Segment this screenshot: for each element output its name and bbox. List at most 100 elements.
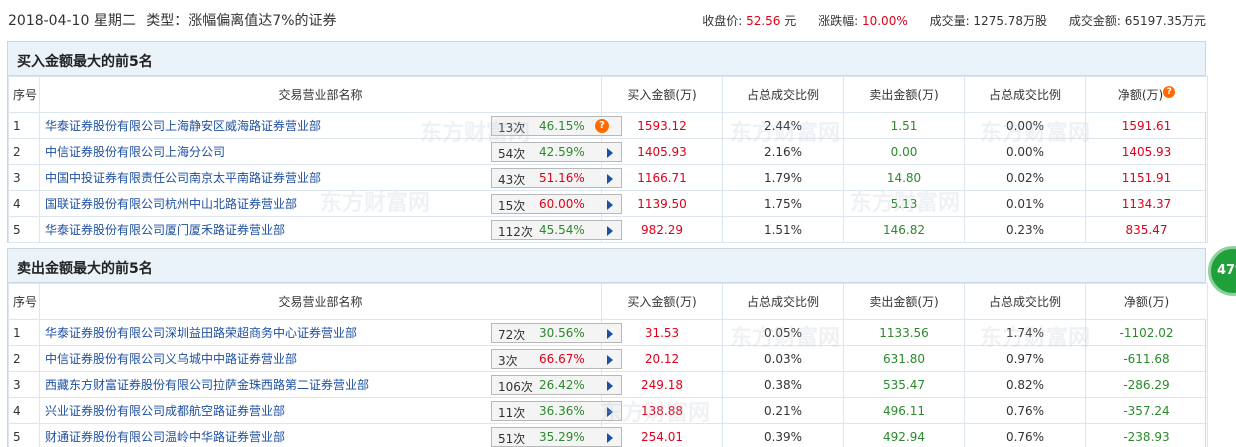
broker-stats-button[interactable]: 51次 35.29% — [491, 427, 622, 447]
buy-ratio: 2.44% — [722, 112, 844, 139]
broker-name-link[interactable]: 华泰证券股份有限公司上海静安区威海路证券营业部 — [45, 119, 321, 133]
broker-cell: 兴业证券股份有限公司成都航空路证券营业部 11次 36.36% — [39, 397, 622, 424]
appear-count: 11次 — [498, 406, 526, 420]
col-idx: 序号 — [8, 76, 40, 113]
win-rate: 42.59% — [539, 145, 585, 159]
col-buy-ratio[interactable]: 占总成交比例 — [722, 283, 844, 320]
net-amount: 1151.91 — [1085, 164, 1208, 191]
broker-name-link[interactable]: 华泰证券股份有限公司深圳益田路荣超商务中心证券营业部 — [45, 326, 357, 340]
broker-cell: 华泰证券股份有限公司上海静安区威海路证券营业部 13次 46.15%? — [39, 112, 622, 139]
sell-amount: 0.00 — [843, 138, 965, 165]
net-amount: -238.93 — [1085, 423, 1208, 447]
float-progress-button[interactable]: 47% — [1208, 246, 1236, 296]
broker-stats-button[interactable]: 13次 46.15%? — [491, 116, 622, 136]
row-index: 5 — [8, 216, 40, 243]
buy-panel: 买入金额最大的前5名 序号 交易营业部名称 买入金额(万) 占总成交比例 卖出金… — [7, 41, 1208, 243]
arrow-right-icon[interactable] — [607, 200, 613, 210]
sell-table-body: 1 华泰证券股份有限公司深圳益田路荣超商务中心证券营业部 72次 30.56% 31.5… — [8, 319, 1208, 447]
broker-name-link[interactable]: 中国中投证券有限责任公司南京太平南路证券营业部 — [45, 171, 321, 185]
col-net[interactable]: 净额(万)? — [1085, 76, 1208, 113]
net-amount: 1591.61 — [1085, 112, 1208, 139]
sell-panel: 卖出金额最大的前5名 序号 交易营业部名称 买入金额(万) 占总成交比例 卖出金… — [7, 248, 1208, 447]
arrow-right-icon[interactable] — [607, 381, 613, 391]
arrow-right-icon[interactable] — [607, 148, 613, 158]
question-icon[interactable]: ? — [1163, 86, 1176, 98]
arrow-right-icon[interactable] — [607, 407, 613, 417]
arrow-right-icon[interactable] — [607, 226, 613, 236]
table-row: 1 华泰证券股份有限公司深圳益田路荣超商务中心证券营业部 72次 30.56% 31.5… — [8, 319, 1208, 346]
broker-stats-button[interactable]: 43次 51.16% — [491, 168, 622, 188]
table-row: 2 中信证券股份有限公司义乌城中中路证券营业部 3次 66.67% 20.12 0.03%… — [8, 345, 1208, 372]
net-amount: -1102.02 — [1085, 319, 1208, 346]
broker-stats-button[interactable]: 72次 30.56% — [491, 323, 622, 343]
buy-ratio: 0.05% — [722, 319, 844, 346]
broker-stats-button[interactable]: 3次 66.67% — [491, 349, 622, 369]
broker-name-link[interactable]: 国联证券股份有限公司杭州中山北路证券营业部 — [45, 197, 297, 211]
col-name: 交易营业部名称 — [39, 76, 602, 113]
broker-stats-button[interactable]: 11次 36.36% — [491, 401, 622, 421]
buy-ratio: 0.39% — [722, 423, 844, 447]
buy-ratio: 1.79% — [722, 164, 844, 191]
top-info-bar: 2018-04-10 星期二 类型：涨幅偏离值达7%的证券 收盘价: 52.56… — [0, 0, 1236, 38]
col-buy[interactable]: 买入金额(万) — [601, 76, 723, 113]
table-row: 1 华泰证券股份有限公司上海静安区威海路证券营业部 13次 46.15%? 1593.1… — [8, 112, 1208, 139]
sell-amount: 14.80 — [843, 164, 965, 191]
win-rate: 30.56% — [539, 326, 585, 340]
net-amount: 1134.37 — [1085, 190, 1208, 217]
broker-cell: 华泰证券股份有限公司深圳益田路荣超商务中心证券营业部 72次 30.56% — [39, 319, 622, 346]
sell-amount: 146.82 — [843, 216, 965, 243]
buy-ratio: 1.75% — [722, 190, 844, 217]
broker-name-link[interactable]: 西藏东方财富证券股份有限公司拉萨金珠西路第二证券营业部 — [45, 378, 369, 392]
sell-amount: 496.11 — [843, 397, 965, 424]
win-rate: 45.54% — [539, 223, 585, 237]
broker-name-link[interactable]: 中信证券股份有限公司上海分公司 — [45, 145, 225, 159]
sell-ratio: 0.02% — [964, 164, 1086, 191]
broker-stats-button[interactable]: 15次 60.00% — [491, 194, 622, 214]
broker-name-link[interactable]: 财通证券股份有限公司温岭中华路证券营业部 — [45, 430, 285, 444]
broker-cell: 西藏东方财富证券股份有限公司拉萨金珠西路第二证券营业部 106次 26.42% — [39, 371, 622, 398]
sell-table-header: 序号 交易营业部名称 买入金额(万) 占总成交比例 卖出金额(万) 占总成交比例… — [8, 283, 1208, 320]
row-index: 4 — [8, 397, 40, 424]
net-amount: 1405.93 — [1085, 138, 1208, 165]
sell-amount: 535.47 — [843, 371, 965, 398]
appear-count: 13次 — [498, 121, 526, 135]
col-sell-ratio[interactable]: 占总成交比例 — [964, 76, 1086, 113]
broker-stats-button[interactable]: 112次 45.54% — [491, 220, 622, 240]
col-buy[interactable]: 买入金额(万) — [601, 283, 723, 320]
win-rate: 51.16% — [539, 171, 585, 185]
question-icon[interactable]: ? — [595, 119, 609, 133]
win-rate: 46.15% — [539, 119, 585, 133]
col-sell-ratio[interactable]: 占总成交比例 — [964, 283, 1086, 320]
col-buy-ratio[interactable]: 占总成交比例 — [722, 76, 844, 113]
arrow-right-icon[interactable] — [607, 355, 613, 365]
sell-ratio: 0.23% — [964, 216, 1086, 243]
buy-ratio: 2.16% — [722, 138, 844, 165]
col-sell[interactable]: 卖出金额(万) — [843, 283, 965, 320]
buy-table: 序号 交易营业部名称 买入金额(万) 占总成交比例 卖出金额(万) 占总成交比例… — [8, 76, 1208, 243]
col-net[interactable]: 净额(万) — [1085, 283, 1208, 320]
broker-stats-button[interactable]: 106次 26.42% — [491, 375, 622, 395]
sell-amount: 492.94 — [843, 423, 965, 447]
broker-cell: 国联证券股份有限公司杭州中山北路证券营业部 15次 60.00% — [39, 190, 622, 217]
broker-name-link[interactable]: 中信证券股份有限公司义乌城中中路证券营业部 — [45, 352, 297, 366]
arrow-right-icon[interactable] — [607, 433, 613, 443]
sell-table: 序号 交易营业部名称 买入金额(万) 占总成交比例 卖出金额(万) 占总成交比例… — [8, 283, 1208, 447]
col-net-label: 净额(万) — [1117, 88, 1164, 102]
arrow-right-icon[interactable] — [607, 174, 613, 184]
row-index: 1 — [8, 319, 40, 346]
row-index: 4 — [8, 190, 40, 217]
arrow-right-icon[interactable] — [607, 329, 613, 339]
volume: 成交量: 1275.78万股 — [929, 14, 1048, 28]
row-index: 1 — [8, 112, 40, 139]
row-index: 3 — [8, 164, 40, 191]
table-row: 3 中国中投证券有限责任公司南京太平南路证券营业部 43次 51.16% 1166.71… — [8, 164, 1208, 191]
broker-name-link[interactable]: 兴业证券股份有限公司成都航空路证券营业部 — [45, 404, 285, 418]
broker-stats-button[interactable]: 54次 42.59% — [491, 142, 622, 162]
net-amount: 835.47 — [1085, 216, 1208, 243]
col-sell[interactable]: 卖出金额(万) — [843, 76, 965, 113]
broker-name-link[interactable]: 华泰证券股份有限公司厦门厦禾路证券营业部 — [45, 223, 285, 237]
row-index: 3 — [8, 371, 40, 398]
appear-count: 15次 — [498, 199, 526, 213]
sell-ratio: 0.76% — [964, 423, 1086, 447]
appear-count: 3次 — [498, 354, 518, 368]
